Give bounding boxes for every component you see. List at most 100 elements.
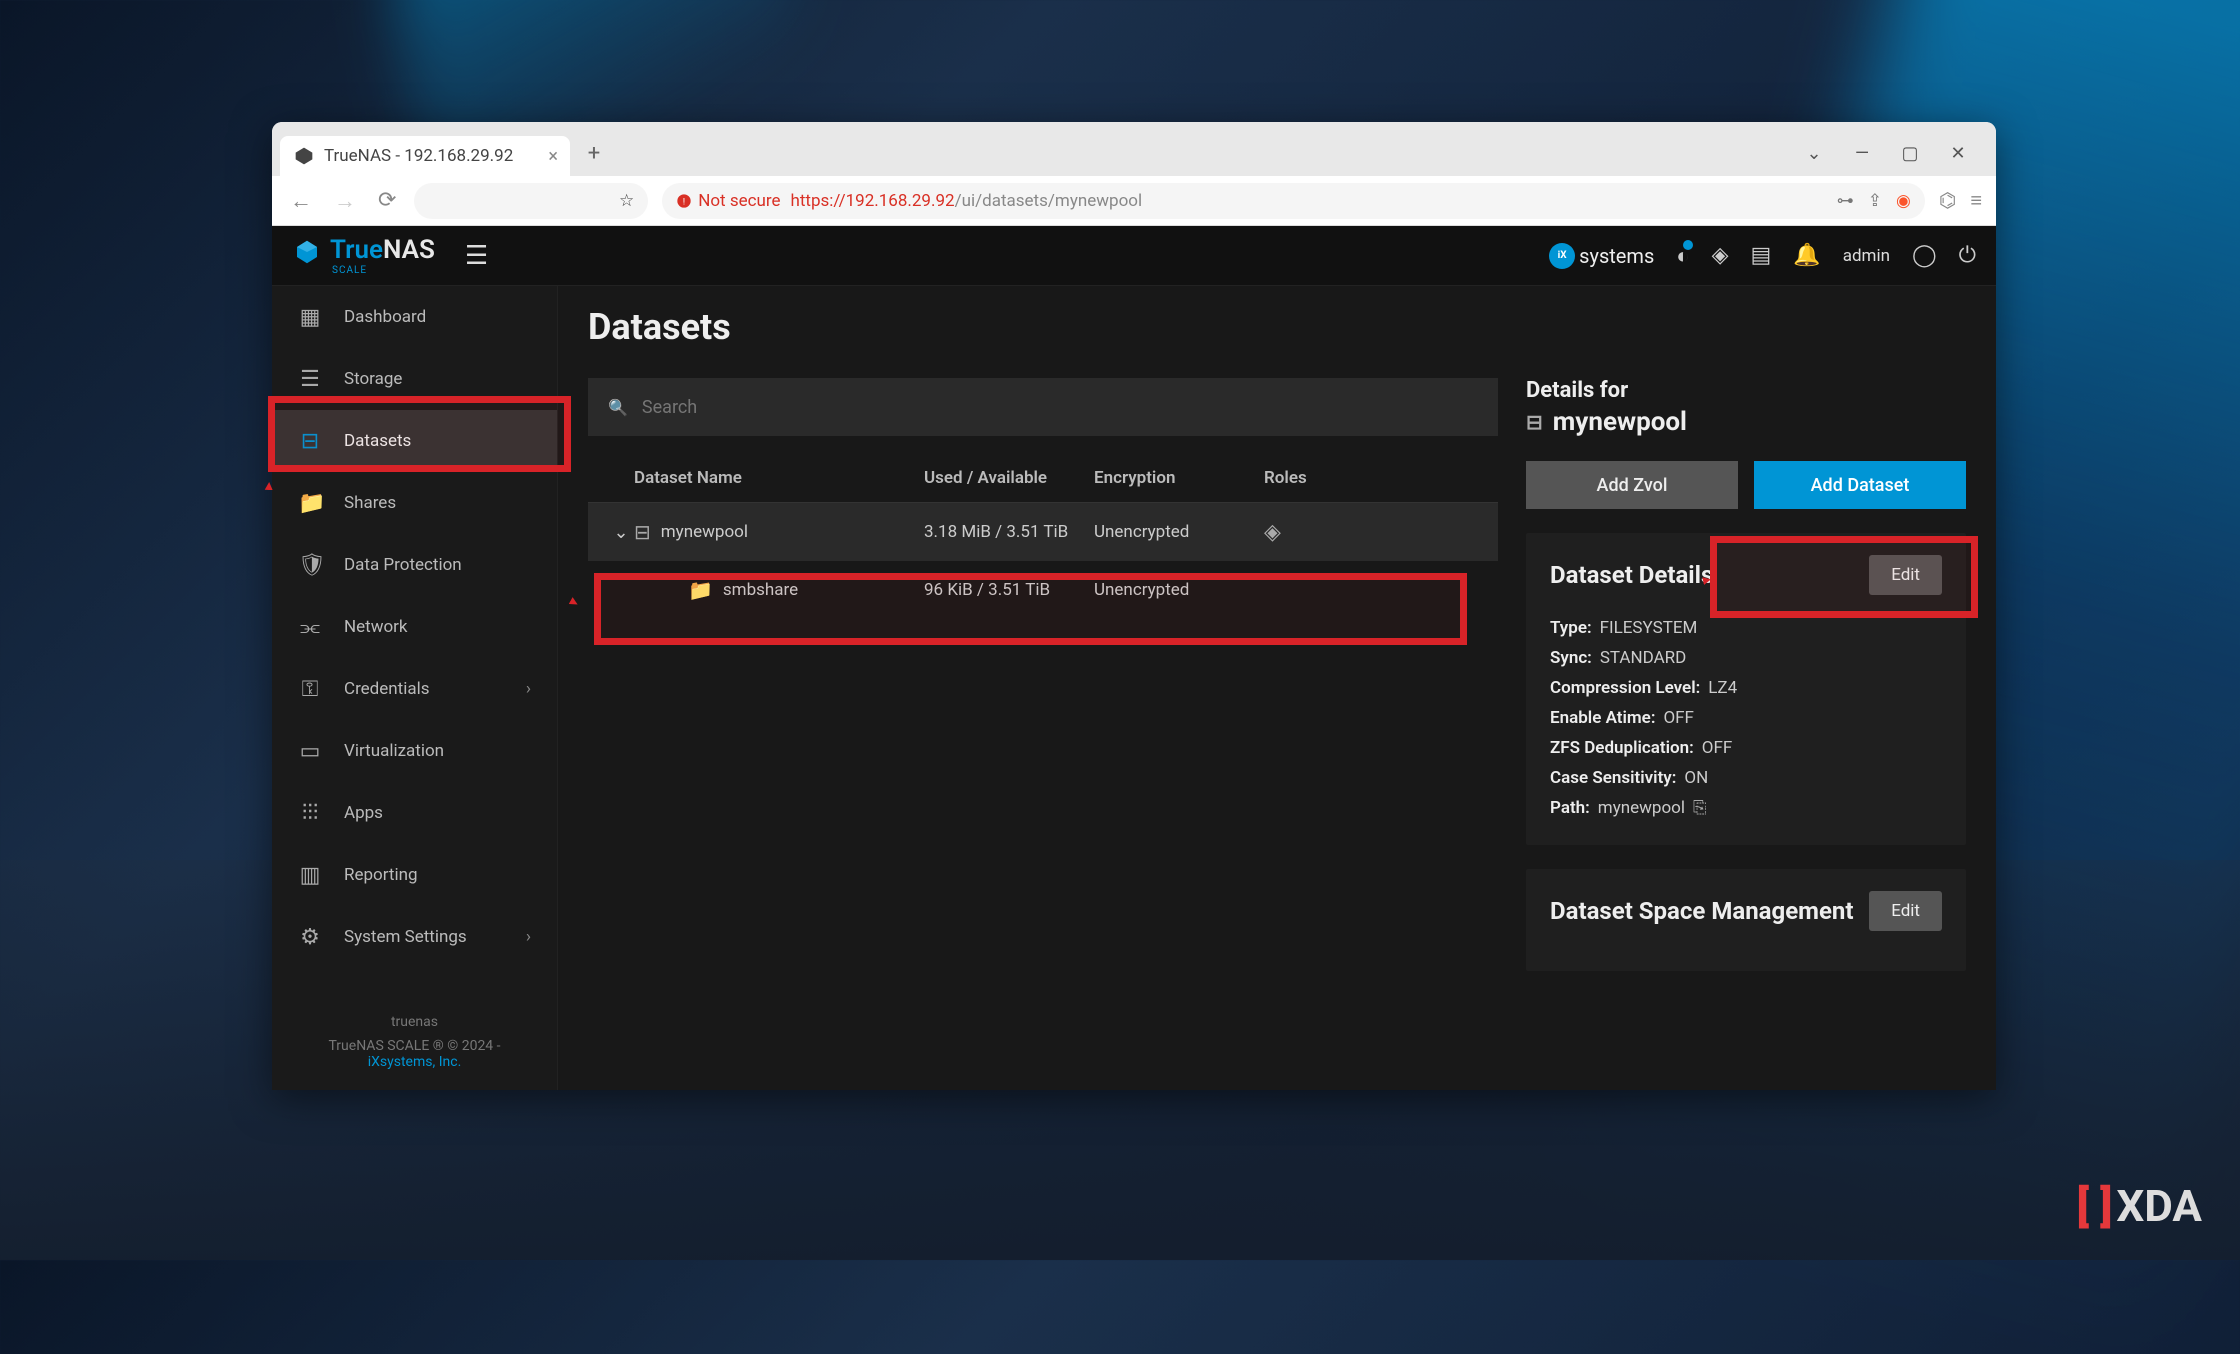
add-dataset-button[interactable]: Add Dataset bbox=[1754, 461, 1966, 509]
url-bar[interactable]: ☆ bbox=[414, 183, 648, 219]
chart-icon: ▥ bbox=[298, 863, 322, 888]
footer-hostname: truenas bbox=[292, 1014, 537, 1030]
reload-button[interactable]: ⟳ bbox=[374, 184, 400, 217]
truenas-logo[interactable]: TrueNAS SCALE bbox=[292, 235, 435, 276]
forward-button: → bbox=[330, 184, 360, 218]
close-icon[interactable]: × bbox=[548, 146, 558, 167]
ixsystems-logo[interactable]: iX systems bbox=[1549, 243, 1654, 269]
dataset-tree-icon: ⊟ bbox=[634, 520, 651, 544]
xda-watermark: [ ] XDA bbox=[2077, 1180, 2202, 1232]
sidebar-item-label: Apps bbox=[344, 803, 383, 823]
network-icon: ⫘ bbox=[298, 615, 322, 640]
search-input[interactable] bbox=[642, 397, 1478, 418]
logo-cube-icon bbox=[292, 237, 322, 275]
sidebar-item-label: Network bbox=[344, 617, 408, 637]
addressbar: ← → ⟳ ☆ ! Not secure https://192.168.29.… bbox=[272, 176, 1996, 226]
sidebar: ▦ Dashboard ☰ Storage ⊟ Datasets 📁 Share… bbox=[272, 286, 558, 1090]
dataset-tree-icon: ⊟ bbox=[1526, 410, 1543, 434]
new-tab-button[interactable]: + bbox=[580, 139, 608, 167]
dataset-search-box[interactable]: 🔍 bbox=[588, 378, 1498, 436]
sidebar-item-label: Datasets bbox=[344, 431, 411, 451]
power-icon[interactable]: ⏻ bbox=[1959, 243, 1976, 268]
page-title: Datasets bbox=[588, 306, 1966, 348]
details-title: Details for bbox=[1526, 378, 1966, 403]
brave-shield-icon[interactable]: ◉ bbox=[1896, 191, 1911, 211]
chevron-down-icon[interactable]: ⌄ bbox=[1802, 143, 1826, 164]
sidebar-item-reporting[interactable]: ▥ Reporting bbox=[272, 844, 557, 906]
sidebar-footer: truenas TrueNAS SCALE ® © 2024 - iXsyste… bbox=[272, 994, 557, 1090]
edit-space-button[interactable]: Edit bbox=[1869, 891, 1942, 931]
browser-tabbar: TrueNAS - 192.168.29.92 × + ⌄ ― ▢ ✕ bbox=[272, 122, 1996, 176]
sidebar-item-network[interactable]: ⫘ Network bbox=[272, 596, 557, 658]
tab-title: TrueNAS - 192.168.29.92 bbox=[324, 146, 513, 166]
url-input-box[interactable]: ! Not secure https://192.168.29.92/ui/da… bbox=[662, 183, 1925, 219]
sidebar-item-dashboard[interactable]: ▦ Dashboard bbox=[272, 286, 557, 348]
hamburger-menu-icon[interactable]: ≡ bbox=[1970, 188, 1982, 213]
status-lights-icon[interactable]: ◐ bbox=[1676, 243, 1689, 269]
copy-path-icon[interactable]: ⎘ bbox=[1693, 798, 1707, 818]
browser-window: TrueNAS - 192.168.29.92 × + ⌄ ― ▢ ✕ ← → … bbox=[272, 122, 1996, 1090]
col-roles: Roles bbox=[1264, 468, 1452, 488]
folder-icon: 📁 bbox=[688, 578, 713, 602]
sidebar-item-storage[interactable]: ☰ Storage bbox=[272, 348, 557, 410]
shares-icon: 📁 bbox=[298, 491, 322, 516]
datasets-icon: ⊟ bbox=[298, 429, 322, 454]
maximize-icon[interactable]: ▢ bbox=[1898, 143, 1922, 164]
add-zvol-button[interactable]: Add Zvol bbox=[1526, 461, 1738, 509]
edit-dataset-details-button[interactable]: Edit bbox=[1869, 555, 1942, 595]
dataset-name: mynewpool bbox=[661, 522, 748, 542]
user-avatar-icon[interactable]: ◯ bbox=[1912, 243, 1937, 268]
sidebar-item-shares[interactable]: 📁 Shares bbox=[272, 472, 557, 534]
close-window-icon[interactable]: ✕ bbox=[1946, 143, 1970, 164]
footer-copyright: TrueNAS SCALE ® © 2024 - bbox=[328, 1038, 500, 1054]
row-expand-chevron-icon[interactable]: ⌄ bbox=[608, 522, 634, 543]
dataset-name: smbshare bbox=[723, 580, 798, 600]
dataset-encryption: Unencrypted bbox=[1094, 580, 1264, 600]
dataset-usage: 3.18 MiB / 3.51 TiB bbox=[924, 522, 1094, 542]
kv-sync: Sync:STANDARD bbox=[1550, 643, 1942, 673]
url-text: https://192.168.29.92/ui/datasets/mynewp… bbox=[791, 191, 1143, 211]
app-topbar: TrueNAS SCALE ☰ iX systems ◐ ◈ ▤ 🔔 admin… bbox=[272, 226, 1996, 286]
table-row-child[interactable]: 📁 smbshare 96 KiB / 3.51 TiB Unencrypted bbox=[588, 561, 1498, 619]
shield-icon: 🛡 bbox=[298, 553, 322, 578]
minimize-icon[interactable]: ― bbox=[1850, 143, 1874, 164]
search-icon: 🔍 bbox=[608, 398, 628, 417]
alerts-bell-icon[interactable]: 🔔 bbox=[1793, 243, 1820, 268]
sidebar-item-system-settings[interactable]: ⚙ System Settings › bbox=[272, 906, 557, 968]
key-icon: ⚿ bbox=[298, 677, 322, 702]
col-encryption: Encryption bbox=[1094, 468, 1264, 488]
share-url-icon[interactable]: ⇪ bbox=[1868, 191, 1882, 211]
sidebar-item-virtualization[interactable]: ▭ Virtualization bbox=[272, 720, 557, 782]
col-used: Used / Available bbox=[924, 468, 1094, 488]
sidebar-item-credentials[interactable]: ⚿ Credentials › bbox=[272, 658, 557, 720]
bookmark-outline-icon[interactable]: ☆ bbox=[619, 191, 634, 211]
truenas-app: TrueNAS SCALE ☰ iX systems ◐ ◈ ▤ 🔔 admin… bbox=[272, 226, 1996, 1090]
back-button[interactable]: ← bbox=[286, 184, 316, 218]
browser-tab[interactable]: TrueNAS - 192.168.29.92 × bbox=[280, 136, 570, 176]
table-header: Dataset Name Used / Available Encryption… bbox=[588, 454, 1498, 503]
extensions-icon[interactable]: ⌬ bbox=[1939, 188, 1956, 213]
table-row-root[interactable]: ⌄ ⊟ mynewpool 3.18 MiB / 3.51 TiB Unencr… bbox=[588, 503, 1498, 561]
sidebar-item-label: Storage bbox=[344, 369, 402, 389]
clipboard-icon[interactable]: ▤ bbox=[1751, 243, 1772, 268]
dataset-details-card: Dataset Details Edit Type:FILESYSTEM Syn… bbox=[1526, 533, 1966, 845]
sidebar-item-datasets[interactable]: ⊟ Datasets bbox=[272, 410, 557, 472]
sidebar-item-data-protection[interactable]: 🛡 Data Protection bbox=[272, 534, 557, 596]
main-content: Datasets 🔍 Dataset Name Used / Available… bbox=[558, 286, 1996, 1090]
storage-icon: ☰ bbox=[298, 367, 322, 392]
apps-icon: ⫶⫶⫶ bbox=[298, 801, 322, 826]
chevron-right-icon: › bbox=[526, 927, 531, 947]
dataset-usage: 96 KiB / 3.51 TiB bbox=[924, 580, 1094, 600]
svg-text:!: ! bbox=[683, 196, 685, 207]
key-icon[interactable]: ⊶ bbox=[1837, 191, 1854, 211]
chevron-right-icon: › bbox=[526, 679, 531, 699]
card-title: Dataset Details bbox=[1550, 561, 1713, 589]
user-name: admin bbox=[1843, 246, 1890, 266]
sidebar-item-label: Data Protection bbox=[344, 555, 462, 575]
truecommand-icon[interactable]: ◈ bbox=[1712, 243, 1729, 268]
dataset-space-card: Dataset Space Management Edit bbox=[1526, 869, 1966, 971]
footer-vendor-link[interactable]: iXsystems, Inc. bbox=[368, 1054, 462, 1070]
dashboard-icon: ▦ bbox=[298, 305, 322, 330]
menu-toggle-icon[interactable]: ☰ bbox=[465, 241, 488, 271]
sidebar-item-apps[interactable]: ⫶⫶⫶ Apps bbox=[272, 782, 557, 844]
